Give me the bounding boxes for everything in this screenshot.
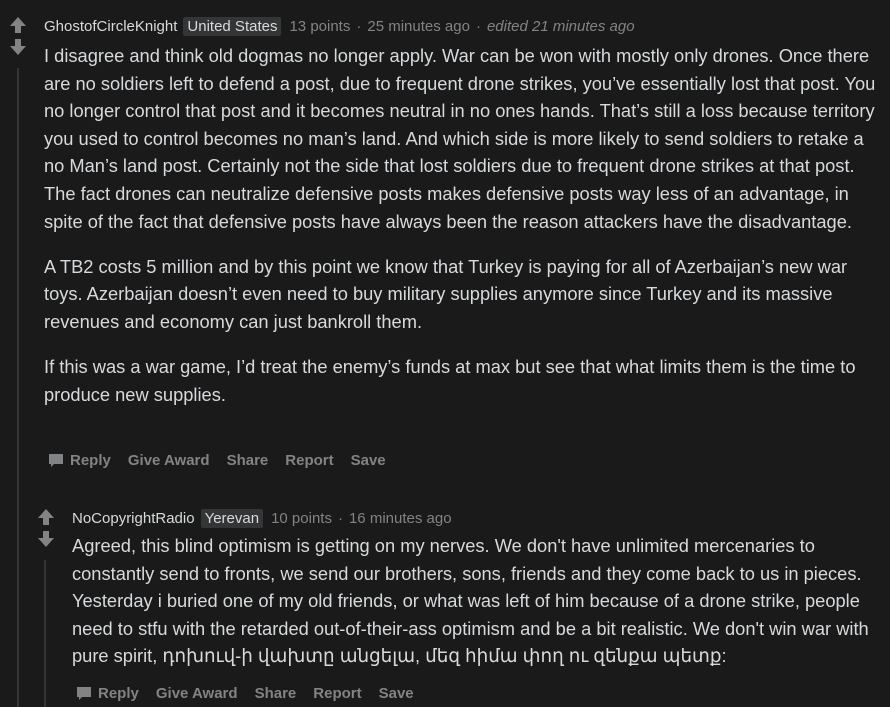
reply-button[interactable]: Reply bbox=[76, 685, 139, 702]
report-button[interactable]: Report bbox=[313, 685, 361, 702]
give-award-button[interactable]: Give Award bbox=[156, 685, 238, 702]
share-button[interactable]: Share bbox=[255, 685, 297, 702]
author-name[interactable]: NoCopyrightRadio bbox=[72, 510, 195, 527]
save-button[interactable]: Save bbox=[379, 685, 414, 702]
timestamp[interactable]: 16 minutes ago bbox=[349, 510, 452, 527]
reply-label: Reply bbox=[98, 685, 139, 702]
comment-meta: NoCopyrightRadio Yerevan 10 points · 16 … bbox=[72, 509, 452, 528]
comment-paragraph: Agreed, this blind optimism is getting o… bbox=[72, 535, 869, 667]
vote-column bbox=[35, 508, 57, 548]
user-flair: Yerevan bbox=[200, 509, 264, 528]
chat-bubble-icon bbox=[77, 687, 91, 700]
comment-body: Agreed, this blind optimism is getting o… bbox=[72, 532, 884, 687]
points: 10 points bbox=[271, 510, 332, 527]
upvote-icon[interactable] bbox=[37, 508, 55, 526]
thread-line[interactable] bbox=[44, 560, 46, 707]
reply-comment: NoCopyrightRadio Yerevan 10 points · 16 … bbox=[0, 0, 890, 707]
downvote-icon[interactable] bbox=[37, 530, 55, 548]
comment-actions: Reply Give Award Share Report Save bbox=[76, 685, 431, 702]
separator: · bbox=[337, 510, 343, 527]
